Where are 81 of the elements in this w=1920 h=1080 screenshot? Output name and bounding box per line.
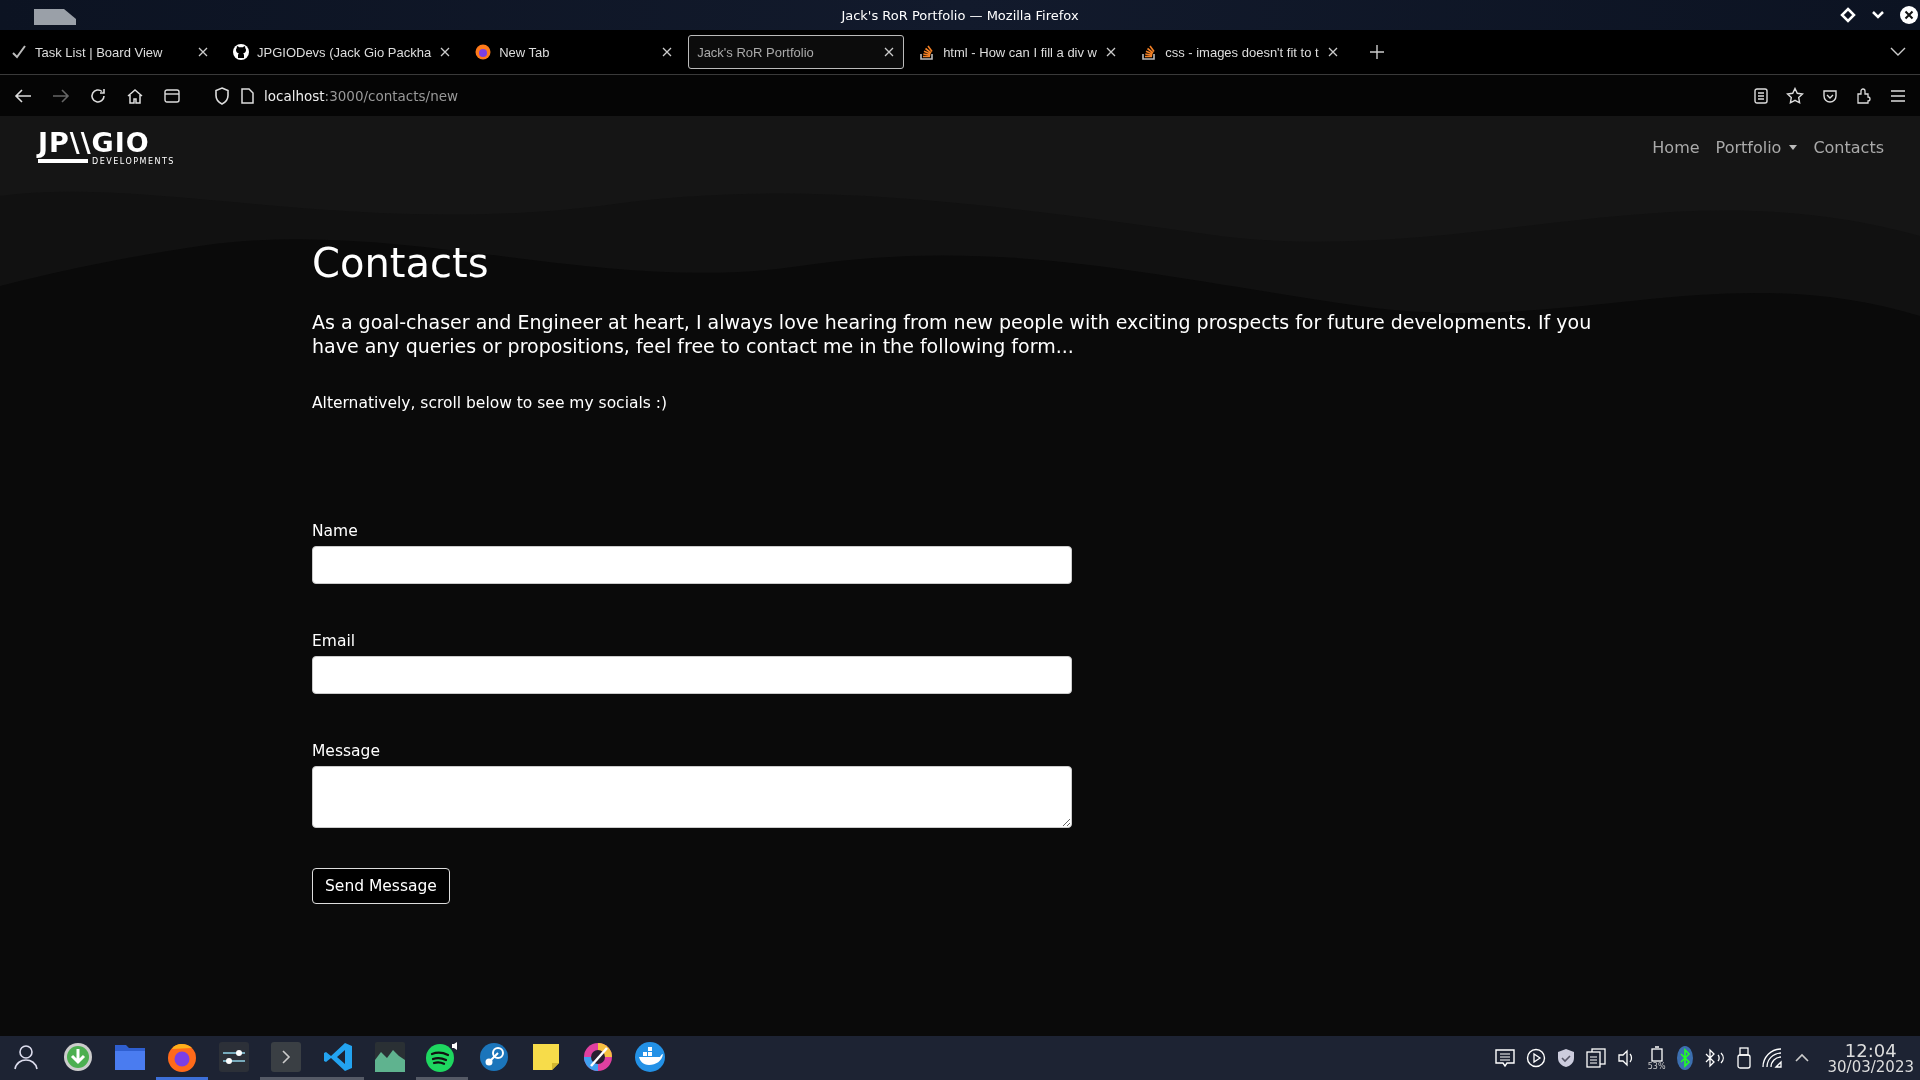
tab-title: html - How can I fill a div w — [943, 44, 1098, 60]
spotify-icon — [425, 1040, 459, 1073]
terminal-icon — [271, 1041, 301, 1072]
firefox-icon — [475, 44, 492, 60]
forward-icon[interactable] — [52, 87, 70, 104]
send-button[interactable]: Send Message — [312, 868, 450, 904]
browser-tab[interactable]: css - images doesn't fit to t — [1132, 35, 1349, 69]
tab-title: Task List | Board View — [35, 44, 164, 60]
browser-tab[interactable]: Jack's RoR Portfolio — [688, 35, 905, 69]
close-icon[interactable] — [1105, 46, 1118, 58]
close-icon[interactable] — [661, 46, 674, 58]
clipboard-icon[interactable] — [1585, 1048, 1606, 1068]
github-icon — [233, 44, 249, 60]
usb-drive-icon[interactable] — [1736, 1047, 1751, 1069]
clock-date[interactable]: 30/03/2023 — [1827, 1059, 1914, 1075]
play-icon[interactable] — [1525, 1048, 1546, 1068]
close-icon[interactable] — [197, 46, 209, 58]
menu-icon[interactable] — [1890, 88, 1906, 103]
browser-tab[interactable]: New Tab — [466, 35, 683, 69]
paint-palette-icon — [583, 1041, 613, 1072]
plus-icon[interactable] — [1370, 45, 1385, 59]
tab-title: New Tab — [499, 44, 551, 60]
close-icon[interactable] — [1900, 6, 1918, 24]
address-field[interactable]: localhost:3000/contacts/new — [264, 87, 459, 104]
star-icon[interactable] — [1786, 86, 1804, 105]
page-icon — [240, 87, 254, 104]
browser-tab[interactable]: Task List | Board View — [2, 35, 218, 69]
tab-title: Jack's RoR Portfolio — [697, 44, 815, 60]
message-field[interactable] — [312, 766, 1072, 828]
site-logo[interactable]: JP\\GIO DEVELOPMENTS — [38, 128, 175, 166]
window-title: Jack's RoR Portfolio — Mozilla Firefox — [841, 7, 1079, 23]
close-icon[interactable] — [439, 46, 452, 58]
close-icon[interactable] — [883, 46, 896, 58]
browser-tab[interactable]: JPGIODevs (Jack Gio Packha — [224, 35, 461, 69]
stack-overflow-icon — [1141, 44, 1158, 60]
pocket-icon[interactable] — [1822, 87, 1838, 104]
download-icon — [63, 1041, 93, 1072]
tab-title: css - images doesn't fit to t — [1165, 44, 1320, 60]
back-icon[interactable] — [14, 87, 32, 104]
reload-icon[interactable] — [90, 87, 106, 104]
extensions-icon[interactable] — [1856, 87, 1872, 104]
tab-title: JPGIODevs (Jack Gio Packha — [257, 44, 432, 60]
socials-note: Alternatively, scroll below to see my socials :) — [312, 394, 669, 412]
steam-icon — [479, 1041, 509, 1072]
close-icon[interactable] — [1327, 46, 1340, 58]
checkmark-icon — [11, 44, 27, 60]
bluetooth-icon[interactable] — [1676, 1046, 1693, 1070]
input-field[interactable] — [312, 546, 1072, 584]
browser-tab[interactable]: html - How can I fill a div w — [910, 35, 1127, 69]
chevron-up-icon[interactable] — [1794, 1053, 1809, 1063]
stack-overflow-icon — [919, 44, 936, 60]
shield-check-icon[interactable] — [1556, 1048, 1575, 1068]
nav-link[interactable]: Contacts — [1813, 137, 1884, 157]
bluetooth-signal-icon[interactable] — [1703, 1048, 1726, 1068]
system-monitor-icon — [375, 1041, 405, 1072]
sliders-icon — [219, 1041, 249, 1072]
reader-view-icon[interactable] — [1754, 87, 1768, 104]
shield-icon[interactable] — [214, 86, 230, 105]
field-label: Email — [312, 632, 356, 650]
chevron-down-icon[interactable] — [1890, 47, 1906, 57]
keep-above-icon[interactable] — [1840, 7, 1856, 23]
code-editor-icon — [323, 1041, 353, 1072]
home-icon[interactable] — [126, 87, 144, 104]
intro-paragraph: As a goal-chaser and Engineer at heart, I always love hearing from new people with exciting prospects for future developments. If you have any queries or propositions, feel free to contact me in the following form... — [312, 310, 1593, 358]
sticky-note-icon — [532, 1042, 560, 1071]
folder-icon — [114, 1042, 146, 1071]
sidebar-icon[interactable] — [164, 88, 180, 103]
clock-time[interactable]: 12:04 — [1844, 1041, 1897, 1060]
user-icon — [13, 1043, 39, 1070]
wifi-icon[interactable] — [1761, 1048, 1784, 1068]
field-label: Name — [312, 522, 359, 540]
caret-icon — [1789, 144, 1798, 150]
whale-icon — [634, 1040, 666, 1073]
notifications-icon[interactable] — [1494, 1048, 1515, 1068]
nav-link[interactable]: Portfolio — [1715, 137, 1798, 157]
input-field[interactable] — [312, 656, 1072, 694]
nav-link[interactable]: Home — [1652, 137, 1700, 157]
battery-percentage: 53% — [1647, 1061, 1666, 1071]
battery-icon[interactable] — [1650, 1045, 1663, 1062]
page-heading: Contacts — [312, 240, 490, 286]
field-label: Message — [312, 742, 381, 760]
